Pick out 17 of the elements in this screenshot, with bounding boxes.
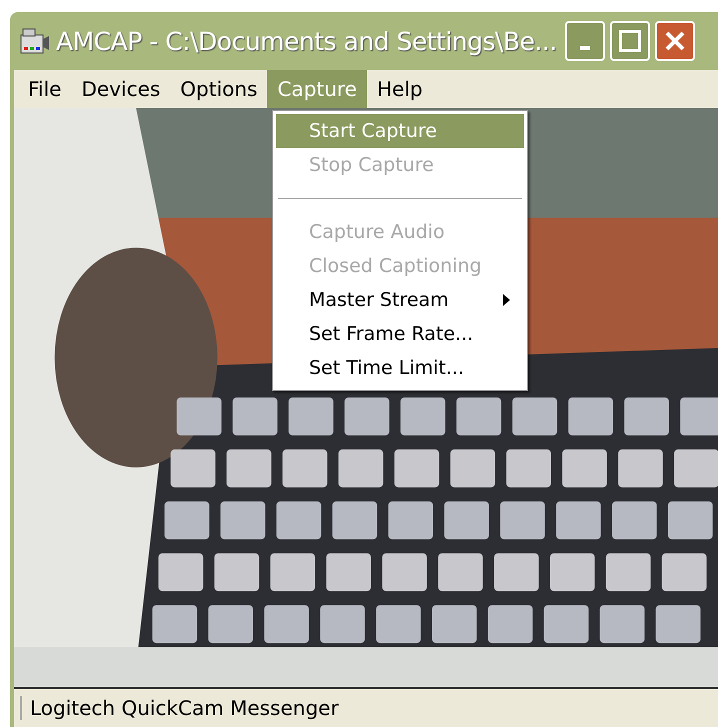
menu-option[interactable]: Set Time Limit... [276, 351, 524, 385]
minimize-icon [580, 46, 590, 50]
window-title: AMCAP - C:\Documents and Settings\Be... [56, 26, 557, 56]
maximize-icon [618, 30, 641, 52]
menu-item[interactable]: Devices [71, 70, 170, 108]
menu-item[interactable]: Options [170, 70, 268, 108]
close-button[interactable] [654, 21, 695, 61]
menu-item[interactable]: File [18, 70, 72, 108]
close-icon [664, 30, 686, 52]
menu-item[interactable]: Help [367, 70, 433, 108]
minimize-button[interactable] [564, 21, 605, 61]
status-text: Logitech QuickCam Messenger [20, 696, 339, 720]
submenu-arrow-icon [503, 294, 510, 306]
menu-option[interactable]: Master Stream [276, 283, 524, 317]
menu-option[interactable]: Set Frame Rate... [276, 317, 524, 351]
maximize-button[interactable] [610, 21, 650, 61]
camera-icon [20, 27, 50, 55]
